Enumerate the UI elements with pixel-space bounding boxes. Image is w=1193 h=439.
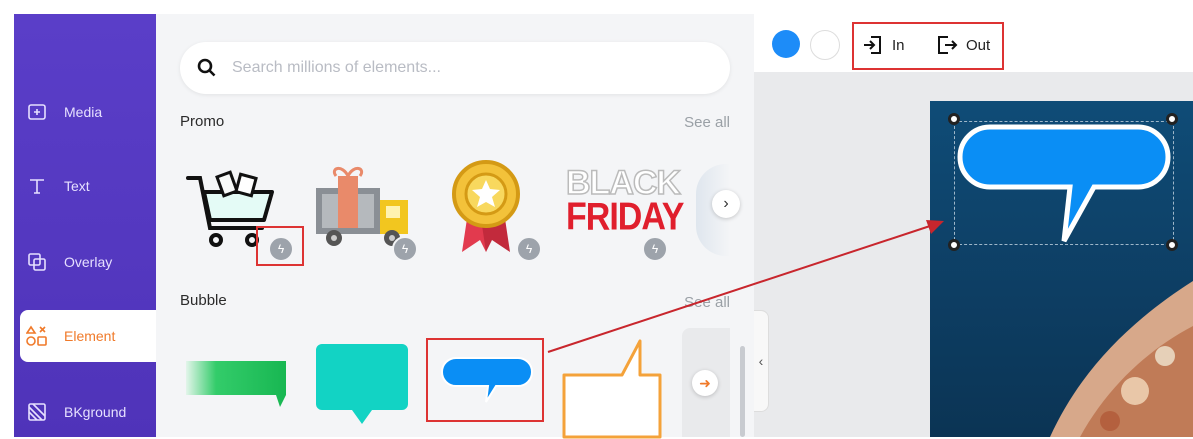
sidebar-item-overlay[interactable]: Overlay bbox=[20, 236, 156, 288]
bubble-next-button[interactable]: ➜ bbox=[692, 370, 718, 396]
resize-handle-top-left[interactable] bbox=[948, 113, 960, 125]
sidebar-item-label: Overlay bbox=[64, 254, 113, 270]
green-banner-element[interactable] bbox=[186, 359, 290, 409]
sidebar-item-element[interactable]: Element bbox=[20, 310, 156, 362]
animation-out-button[interactable]: Out bbox=[936, 34, 990, 56]
sidebar-item-text[interactable]: Text bbox=[20, 160, 156, 212]
resize-handle-bottom-right[interactable] bbox=[1166, 239, 1178, 251]
resize-handle-top-right[interactable] bbox=[1166, 113, 1178, 125]
shapes-icon bbox=[26, 325, 48, 347]
promo-next-button[interactable]: › bbox=[712, 190, 740, 218]
sidebar-item-bkground[interactable]: BKground bbox=[20, 386, 156, 438]
enter-icon bbox=[864, 36, 881, 54]
black-friday-element[interactable]: BLACK FRIDAY bbox=[565, 165, 684, 246]
section-title-bubble: Bubble bbox=[180, 292, 227, 309]
text-icon bbox=[26, 175, 48, 197]
animation-out-label: Out bbox=[966, 36, 991, 54]
shopping-cart-element[interactable] bbox=[186, 164, 276, 254]
search-icon bbox=[197, 58, 216, 77]
premium-badge-icon: ϟ bbox=[268, 236, 294, 262]
elements-panel: Promo See all ϟ ϟ ϟ BLACK FRIDAY ϟ bbox=[156, 14, 754, 439]
overlay-icon bbox=[26, 251, 48, 273]
premium-badge-icon: ϟ bbox=[516, 236, 542, 262]
chevron-right-icon: › bbox=[723, 195, 729, 212]
section-title-promo: Promo bbox=[180, 113, 225, 130]
resize-handle-bottom-left[interactable] bbox=[948, 239, 960, 251]
sidebar-item-label: Text bbox=[64, 178, 90, 194]
orange-callout-element[interactable] bbox=[562, 339, 664, 439]
animation-in-label: In bbox=[892, 36, 905, 54]
arrow-right-icon: ➜ bbox=[699, 374, 711, 391]
sidebar-item-media[interactable]: Media bbox=[20, 86, 156, 138]
premium-badge-icon: ϟ bbox=[642, 236, 668, 262]
panel-scrollbar[interactable] bbox=[740, 346, 745, 437]
blue-speech-element[interactable] bbox=[440, 356, 534, 408]
collapse-panel-button[interactable]: ‹ bbox=[754, 310, 769, 412]
sidebar-item-label: Element bbox=[64, 328, 116, 344]
teal-speech-element[interactable] bbox=[316, 344, 408, 426]
white-color-swatch[interactable] bbox=[810, 30, 840, 60]
exit-icon bbox=[938, 36, 958, 54]
animation-in-button[interactable]: In bbox=[862, 34, 905, 56]
search-input[interactable] bbox=[230, 58, 714, 78]
see-all-bubble-link[interactable]: See all bbox=[684, 294, 730, 311]
black-friday-line2: FRIDAY bbox=[566, 195, 684, 239]
artboard[interactable] bbox=[930, 101, 1193, 437]
sidebar-item-label: BKground bbox=[64, 404, 127, 420]
blue-color-swatch[interactable] bbox=[772, 30, 800, 58]
background-icon bbox=[26, 401, 48, 423]
see-all-promo-link[interactable]: See all bbox=[684, 114, 730, 131]
search-bar bbox=[180, 42, 730, 94]
folder-plus-icon bbox=[26, 101, 48, 123]
star-medal-element[interactable] bbox=[446, 154, 526, 254]
sidebar-item-label: Media bbox=[64, 104, 103, 120]
sidebar: Media Text Overlay Element BKground bbox=[14, 14, 156, 437]
chevron-left-icon: ‹ bbox=[758, 353, 764, 369]
premium-badge-icon: ϟ bbox=[392, 236, 418, 262]
selected-blue-bubble[interactable] bbox=[956, 123, 1172, 247]
